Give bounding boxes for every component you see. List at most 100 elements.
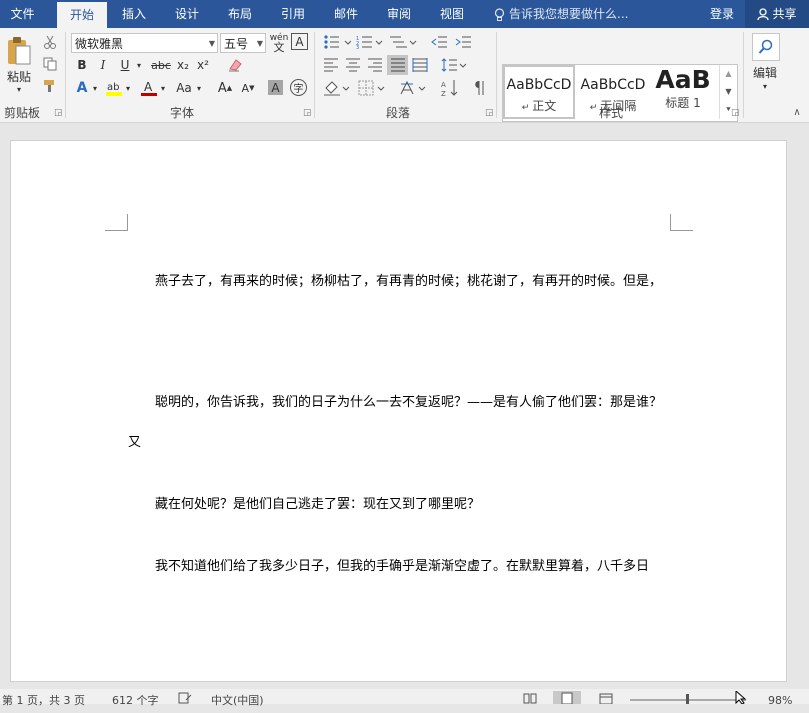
clipboard-launcher-icon[interactable]: ◲ [54, 108, 63, 118]
tab-references[interactable]: 引用 [272, 0, 314, 28]
character-shading-button[interactable]: A [268, 80, 283, 95]
text-effects-button[interactable]: A [73, 78, 91, 98]
paste-icon[interactable] [4, 34, 34, 68]
grow-font-button[interactable]: A ▲ [217, 78, 233, 98]
collapse-ribbon-icon[interactable]: ∧ [790, 106, 804, 118]
grow-font-label: A [217, 80, 227, 96]
line-spacing-icon[interactable] [440, 56, 468, 74]
zoom-level[interactable]: 98% [768, 689, 792, 707]
read-mode-icon[interactable] [523, 693, 537, 708]
tab-file[interactable]: 文件 [0, 0, 45, 28]
paragraph-launcher-icon[interactable]: ◲ [485, 108, 494, 118]
tell-me-box[interactable]: 告诉我您想要做什么... [494, 0, 628, 28]
multilevel-list-icon[interactable] [388, 34, 418, 50]
paragraph-5[interactable]: 我不知道他们给了我多少日子，但我的手确乎是渐渐空虚了。在默默里算着，八千多日 [155, 555, 649, 574]
underline-dropdown-icon[interactable]: ▾ [134, 56, 144, 74]
chinese-layout-icon[interactable] [398, 78, 428, 98]
zoom-slider-thumb[interactable] [686, 694, 689, 704]
lightbulb-icon [494, 7, 505, 22]
decrease-indent-icon[interactable] [429, 34, 449, 50]
chevron-up-icon[interactable]: ▲ [720, 65, 737, 83]
justify-icon[interactable] [387, 55, 408, 75]
tab-home[interactable]: 开始 [57, 2, 107, 28]
editing-button[interactable]: 编辑 [748, 64, 782, 80]
change-case-button[interactable]: Aa [173, 78, 195, 98]
tab-design[interactable]: 设计 [166, 0, 208, 28]
paste-dropdown-icon[interactable]: ▾ [14, 85, 24, 94]
tab-layout[interactable]: 布局 [219, 0, 261, 28]
svg-text:A: A [441, 81, 446, 89]
chevron-down-icon[interactable]: ▼ [720, 83, 737, 101]
tab-insert[interactable]: 插入 [113, 0, 155, 28]
paste-button[interactable]: 粘贴 [4, 68, 34, 84]
bullets-icon[interactable] [322, 34, 352, 50]
paragraph-4[interactable]: 藏在何处呢？是他们自己逃走了罢：现在又到了哪里呢？ [155, 493, 480, 512]
document-page[interactable]: 燕子去了，有再来的时候；杨柳枯了，有再青的时候；桃花谢了，有再开的时候。但是， … [10, 140, 787, 682]
change-case-dropdown-icon[interactable]: ▾ [195, 81, 203, 95]
paragraph-1[interactable]: 燕子去了，有再来的时候；杨柳枯了，有再青的时候；桃花谢了，有再开的时候。但是， [155, 270, 662, 289]
style-heading-1[interactable]: AaB 标题 1 [651, 65, 715, 119]
distributed-icon[interactable] [411, 56, 429, 74]
bold-button[interactable]: B [74, 56, 90, 74]
font-color-icon[interactable]: A [139, 78, 159, 98]
proofing-icon[interactable] [178, 692, 192, 707]
highlight-dropdown-icon[interactable]: ▾ [124, 81, 132, 95]
share-button[interactable]: 共享 [745, 0, 809, 28]
subscript-button[interactable]: x₂ [175, 56, 191, 74]
svg-text:A: A [144, 80, 153, 94]
superscript-button[interactable]: x² [195, 56, 211, 74]
numbering-icon[interactable]: 123 [355, 34, 385, 50]
tab-review[interactable]: 审阅 [378, 0, 420, 28]
styles-launcher-icon[interactable]: ◲ [731, 108, 740, 118]
language[interactable]: 中文(中国) [211, 689, 264, 707]
copy-icon[interactable] [42, 56, 58, 72]
font-color-dropdown-icon[interactable]: ▾ [159, 81, 167, 95]
print-layout-icon[interactable] [553, 691, 581, 704]
paragraph-3[interactable]: 又 [128, 431, 141, 450]
chevron-down-icon: ▼ [208, 39, 215, 48]
paragraph-2[interactable]: 聪明的，你告诉我，我们的日子为什么一去不复返呢？——是有人偷了他们罢：那是谁？ [155, 391, 662, 410]
svg-text:ab: ab [107, 82, 119, 93]
crop-mark-right [670, 214, 693, 231]
style-normal-preview: AaBbCcD [506, 77, 572, 93]
clear-formatting-icon[interactable] [226, 56, 244, 74]
font-name-field[interactable]: 微软雅黑 ▼ [71, 33, 218, 53]
format-painter-icon[interactable] [42, 78, 58, 94]
highlight-color-icon[interactable]: ab [104, 78, 124, 98]
cut-icon[interactable] [42, 34, 58, 50]
borders-icon[interactable] [357, 78, 387, 98]
shrink-font-button[interactable]: A ▼ [240, 78, 256, 98]
character-border-button[interactable]: A [291, 33, 308, 50]
tab-mailings[interactable]: 邮件 [325, 0, 367, 28]
style-normal[interactable]: AaBbCcD ↵ 正文 [503, 65, 575, 119]
phonetic-guide-button[interactable]: wén 文 [269, 32, 289, 54]
search-icon[interactable] [752, 33, 780, 61]
document-area: 燕子去了，有再来的时候；杨柳枯了，有再青的时候；桃花谢了，有再开的时候。但是， … [0, 123, 809, 689]
italic-button[interactable]: I [95, 56, 111, 74]
crop-mark-left [105, 214, 128, 231]
align-left-icon[interactable] [322, 56, 340, 74]
tab-view[interactable]: 视图 [431, 0, 473, 28]
text-effects-dropdown-icon[interactable]: ▾ [91, 81, 99, 95]
group-divider [65, 32, 66, 118]
editing-dropdown-icon[interactable]: ▾ [760, 81, 770, 91]
group-divider [314, 32, 315, 118]
font-launcher-icon[interactable]: ◲ [303, 108, 312, 118]
font-group-label: 字体 [170, 106, 195, 120]
enclose-characters-button[interactable]: 字 [290, 79, 307, 96]
underline-button[interactable]: U [117, 56, 133, 74]
share-label: 共享 [772, 7, 797, 21]
align-right-icon[interactable] [366, 56, 384, 74]
sort-icon[interactable]: AZ [440, 78, 460, 98]
font-size-field[interactable]: 五号 ▼ [220, 33, 266, 53]
page-count[interactable]: 第 1 页，共 3 页 [2, 689, 85, 707]
strikethrough-button[interactable]: abc [149, 56, 173, 74]
align-center-icon[interactable] [344, 56, 362, 74]
word-count[interactable]: 612 个字 [112, 689, 159, 707]
increase-indent-icon[interactable] [453, 34, 473, 50]
svg-text:Z: Z [441, 90, 446, 97]
shading-icon[interactable] [322, 78, 352, 98]
web-layout-icon[interactable] [599, 693, 613, 708]
login-button[interactable]: 登录 [710, 0, 734, 28]
show-marks-icon[interactable] [470, 78, 488, 98]
